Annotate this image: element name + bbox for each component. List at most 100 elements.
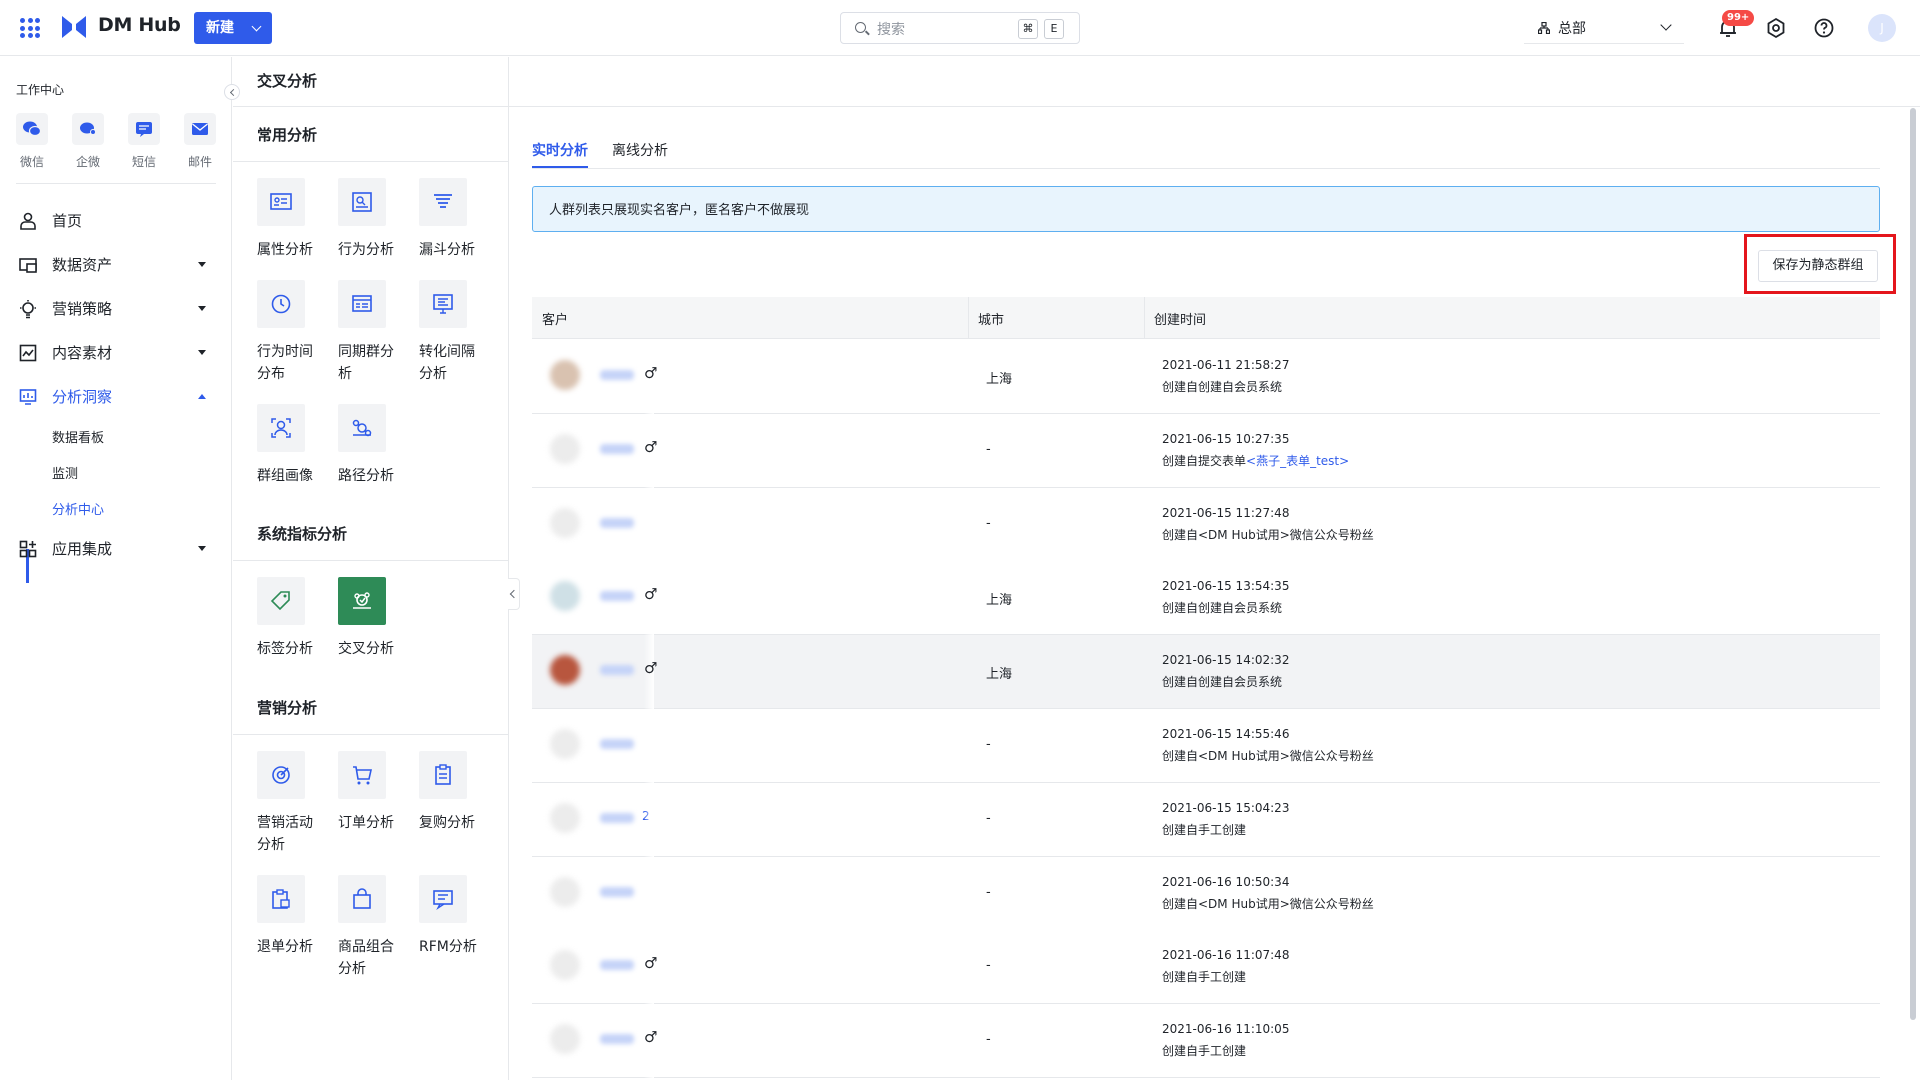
customer-name-link[interactable] [600, 517, 634, 528]
app-grid-icon[interactable] [20, 18, 40, 38]
customer-name-link[interactable] [600, 886, 634, 897]
customer-name-link[interactable] [600, 812, 634, 823]
channel-wecom[interactable]: 企微 [68, 113, 108, 170]
table-row[interactable]: ♂ - 2021-06-16 11:10:05 创建自手工创建 [532, 1004, 1880, 1079]
search-input[interactable]: 搜索 ⌘ E [840, 12, 1080, 44]
customer-name-link[interactable] [600, 370, 634, 380]
sidebar-item-content[interactable]: 内容素材 [18, 341, 218, 365]
column-header-city: 城市 [978, 313, 1005, 328]
customer-name-link[interactable] [600, 739, 634, 749]
customer-name-link[interactable] [600, 960, 634, 971]
notification-badge: 99+ [1722, 10, 1755, 26]
sidebar-subitem-analysis-center[interactable]: 分析中心 [52, 499, 104, 518]
sidebar-subitem-monitor[interactable]: 监测 [52, 463, 78, 482]
tab-offline[interactable]: 离线分析 [612, 140, 668, 160]
tool-tag-analysis[interactable]: 标签分析 [257, 577, 321, 660]
source-link[interactable]: <燕子_表单_test> [1246, 454, 1349, 468]
table-row[interactable]: ♂ 上海 2021-06-15 14:02:32 创建自创建自会员系统 [532, 635, 1880, 710]
rfm-icon [433, 890, 453, 911]
channel-sms[interactable]: 短信 [124, 113, 164, 170]
tool-group-portrait[interactable]: 群组画像 [257, 404, 321, 487]
path-icon [352, 419, 372, 437]
scrollbar[interactable] [1910, 108, 1916, 1020]
tool-conversion-interval[interactable]: 转化间隔分析 [419, 280, 483, 385]
table-row[interactable]: 2-2021-06-15 15:04:23创建自手工创建 [532, 782, 1880, 857]
tool-repurchase-analysis[interactable]: 复购分析 [419, 751, 483, 834]
sidebar-item-data-assets[interactable]: 数据资产 [18, 253, 218, 277]
tag-icon [270, 591, 290, 611]
dmhub-logo-icon [62, 16, 86, 38]
customer-name-link[interactable] [600, 1034, 634, 1045]
created-time: 2021-06-15 10:27:35 [1162, 431, 1290, 446]
tool-label: 转化间隔分析 [419, 344, 475, 382]
divider [233, 734, 509, 735]
customer-name-link[interactable] [600, 591, 634, 602]
sidebar-item-apps[interactable]: 应用集成 [18, 537, 218, 561]
settings-icon[interactable] [1764, 16, 1788, 40]
chevron-down-icon [251, 21, 262, 32]
tool-attribute-analysis[interactable]: 属性分析 [257, 178, 321, 261]
new-button[interactable]: 新建 [194, 12, 272, 44]
sidebar-item-strategy[interactable]: 营销策略 [18, 297, 218, 321]
tool-campaign-analysis[interactable]: 营销活动分析 [257, 751, 321, 856]
clipboard-icon [435, 764, 451, 785]
source-text: 创建自手工创建 [1162, 970, 1247, 985]
customer-avatar [550, 876, 580, 907]
panel-collapse-button[interactable] [508, 578, 520, 610]
tool-behavior-analysis[interactable]: 行为分析 [338, 178, 402, 261]
sms-icon [136, 122, 152, 137]
tool-order-analysis[interactable]: 订单分析 [338, 751, 402, 834]
tool-refund-analysis[interactable]: 退单分析 [257, 875, 321, 958]
table-row[interactable]: ♂ - 2021-06-15 10:27:35 创建自提交表单<燕子_表单_test> [532, 413, 1880, 488]
tool-time-distribution[interactable]: 行为时间分布 [257, 280, 321, 385]
created-source: 创建自手工创建 [1162, 1042, 1246, 1059]
city-cell: - [986, 1032, 991, 1048]
source-text: 创建自<DM Hub试用>微信公众号粉丝 [1162, 896, 1374, 911]
tool-cross-analysis[interactable]: 交叉分析 [338, 577, 402, 660]
tool-label: 行为分析 [338, 242, 394, 258]
created-time: 2021-06-16 10:50:34 [1162, 874, 1290, 889]
customer-name-link[interactable] [600, 665, 634, 676]
tool-rfm-analysis[interactable]: RFM分析 [419, 875, 483, 958]
help-icon[interactable] [1812, 16, 1836, 40]
source-text: 创建自手工创建 [1162, 1044, 1247, 1059]
tool-funnel-analysis[interactable]: 漏斗分析 [419, 178, 483, 261]
city-cell: - [986, 515, 991, 531]
tool-label: 标签分析 [257, 641, 313, 657]
channel-mail[interactable]: 邮件 [180, 113, 220, 170]
tool-bundle-analysis[interactable]: 商品组合分析 [338, 875, 402, 980]
org-tree-icon [1538, 22, 1550, 34]
apps-icon [19, 540, 37, 558]
customer-name-link[interactable] [600, 443, 634, 454]
org-selector[interactable]: 总部 [1524, 12, 1684, 44]
user-avatar[interactable]: J [1868, 14, 1896, 42]
save-static-group-button[interactable]: 保存为静态群组 [1758, 250, 1878, 282]
table-row[interactable]: - 2021-06-16 10:50:34 创建自<DM Hub试用>微信公众号粉丝 [532, 856, 1880, 931]
city-cell: - [986, 737, 991, 752]
search-icon [855, 22, 866, 33]
chevron-down-icon [1660, 19, 1672, 31]
table-row[interactable]: ♂ 上海 2021-06-11 21:58:27 创建自创建自会员系统 [532, 340, 1880, 414]
new-button-label: 新建 [206, 20, 234, 36]
wecom-icon [80, 122, 96, 135]
bulb-icon [20, 300, 36, 319]
table-row[interactable]: ♂ 上海 2021-06-15 13:54:35 创建自创建自会员系统 [532, 561, 1880, 636]
city-cell: - [986, 958, 991, 974]
caret-down-icon [198, 546, 206, 551]
table-row[interactable]: - 2021-06-15 11:27:48 创建自<DM Hub试用>微信公众号粉丝 [532, 487, 1880, 562]
tool-cohort-analysis[interactable]: 同期群分析 [338, 280, 402, 385]
tool-path-analysis[interactable]: 路径分析 [338, 404, 402, 487]
table-row[interactable]: ♂ - 2021-06-16 11:07:48 创建自手工创建 [532, 930, 1880, 1005]
sidebar-item-analytics[interactable]: 分析洞察 [18, 385, 218, 409]
sidebar-item-home[interactable]: 首页 [18, 209, 218, 233]
column-header-customer: 客户 [542, 313, 569, 328]
column-divider [968, 297, 969, 339]
divider [233, 161, 509, 162]
tab-realtime[interactable]: 实时分析 [532, 140, 588, 160]
channel-wechat[interactable]: 微信 [12, 113, 52, 170]
customer-avatar [550, 1024, 580, 1055]
customer-avatar [550, 729, 580, 759]
sidebar-subitem-dashboard[interactable]: 数据看板 [52, 427, 104, 446]
table-row[interactable]: - 2021-06-15 14:55:46 创建自<DM Hub试用>微信公众号粉丝 [532, 709, 1880, 783]
tabs-divider [532, 168, 1880, 169]
